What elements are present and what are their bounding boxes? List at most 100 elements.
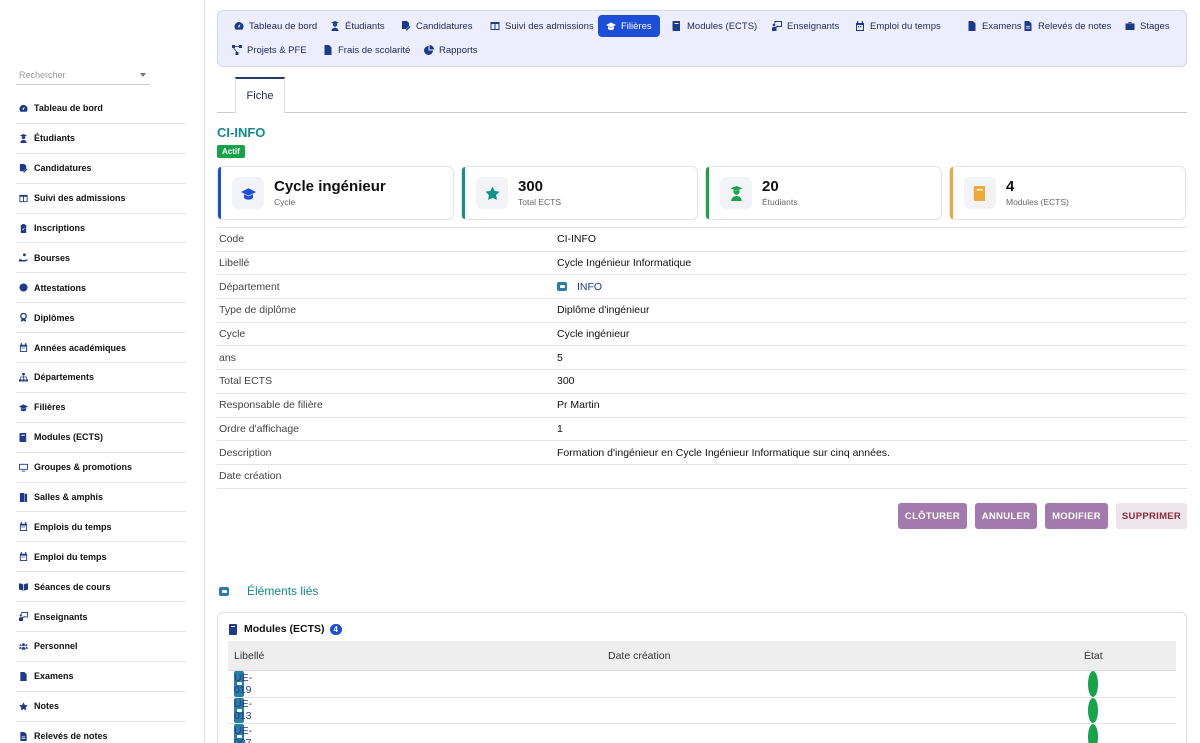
nav-item-filieres[interactable]: Filières [598,15,660,37]
sidebar-menu: Tableau de bord Étudiants Candidatures Suiv… [16,94,186,743]
modules-panel-label: Modules (ECTS) [244,623,325,635]
detail-value-text: Diplôme d'ingénieur [557,304,650,317]
close-button[interactable]: CLÔTURER [898,503,967,529]
detail-key: Description [219,446,272,459]
module-link[interactable]: UE-007 [234,724,252,743]
detail-row: Description Formation d'ingénieur en Cycl… [217,441,1187,465]
nav-item-tableau-de-bord[interactable]: Tableau de bord [226,15,325,37]
detail-value: CI-INFO [557,233,596,245]
table-icon [490,21,500,31]
cancel-button[interactable]: ANNULER [975,503,1037,529]
sidebar-item-enseignants[interactable]: Enseignants [16,602,186,633]
detail-value[interactable]: INFO [557,281,602,293]
sidebar-item-filieres[interactable]: Filières [16,393,186,423]
column-header-etat[interactable]: État [1084,641,1103,670]
nav-item-enseignants[interactable]: Enseignants [764,15,847,37]
sidebar-item-suivi-des-admissions[interactable]: Suivi des admissions [16,184,186,214]
hand-coins-icon [19,253,28,262]
nav-item-label: Modules (ECTS) [687,20,758,32]
sidebar-item-departements[interactable]: Départements [16,363,186,393]
nav-item-modules-ects[interactable]: Modules (ECTS) [664,15,765,37]
sidebar-item-personnel[interactable]: Personnel [16,632,186,662]
table-row[interactable]: UE-007 [228,724,1176,743]
module-link[interactable]: UE-013 [234,698,252,724]
sidebar-item-emplois-du-temps[interactable]: Emplois du temps [16,512,186,543]
table-row[interactable]: UE-013 [228,697,1176,724]
nav-item-rapports[interactable]: Rapports [416,39,486,61]
sidebar-item-bourses[interactable]: Bourses [16,243,186,274]
table-row[interactable]: UE-019 [228,671,1176,698]
sidebar-item-annees-academiques[interactable]: Années académiques [16,333,186,364]
detail-key: Département [219,280,280,293]
nav-item-label: Candidatures [416,20,473,32]
file-invoice-icon [323,45,333,55]
sidebar-item-label: Séances de cours [34,581,111,592]
sidebar: Rechercher Tableau de bord Étudiants Candi… [0,0,205,743]
sidebar-item-label: Bourses [34,252,71,263]
sidebar-item-notes[interactable]: Notes [16,692,186,722]
nav-item-releves-de-notes[interactable]: Relevés de notes [1015,15,1119,37]
modules-table-header: Libellé Date création État [228,641,1176,671]
tab-bar: Fiche [217,77,1187,113]
detail-value-text: Pr Martin [557,399,600,412]
nav-item-suivi-des-admissions[interactable]: Suivi des admissions [482,15,602,37]
detail-value: Pr Martin [557,399,600,411]
sidebar-item-examens[interactable]: Examens [16,662,186,692]
sidebar-item-label: Diplômes [34,312,75,323]
file-pen-icon [19,163,28,173]
department-link[interactable]: INFO [577,281,602,293]
nav-item-label: Projets & PFE [247,44,307,56]
sidebar-item-diplomes[interactable]: Diplômes [16,303,186,334]
sidebar-item-attestations[interactable]: Attestations [16,273,186,304]
nav-item-projets-pfe[interactable]: Projets & PFE [224,39,315,61]
book-icon [228,623,238,635]
delete-button[interactable]: SUPPRIMER [1116,503,1187,529]
module-link[interactable]: UE-019 [234,671,252,697]
tab-fiche[interactable]: Fiche [235,77,285,113]
sidebar-item-modules-ects[interactable]: Modules (ECTS) [16,423,186,453]
sidebar-item-seances-de-cours[interactable]: Séances de cours [16,572,186,603]
sidebar-item-candidatures[interactable]: Candidatures [16,154,186,184]
briefcase-icon [1125,21,1135,31]
linked-elements-header[interactable]: Éléments liés [219,584,318,598]
stat-card: 4 Modules (ECTS) [949,166,1186,220]
book-icon [672,21,682,31]
certificate-icon [19,283,28,292]
column-header-libelle[interactable]: Libellé [234,641,264,670]
sidebar-item-tableau-de-bord[interactable]: Tableau de bord [16,94,186,124]
status-dot-icon [1088,724,1098,743]
sidebar-item-groupes-promotions[interactable]: Groupes & promotions [16,453,186,483]
detail-row: Libellé Cycle Ingénieur Informatique [217,252,1187,276]
column-header-date-creation[interactable]: Date création [608,641,670,670]
nav-item-candidatures[interactable]: Candidatures [393,15,481,37]
sidebar-item-label: Salles & amphis [34,492,104,503]
sidebar-item-emploi-du-temps[interactable]: Emploi du temps [16,542,186,573]
detail-value-text: Formation d'ingénieur en Cycle Ingénieur… [557,446,890,459]
nav-item-label: Filières [621,20,652,32]
nav-item-frais-de-scolarite[interactable]: Frais de scolarité [315,39,418,61]
sidebar-item-etudiants[interactable]: Étudiants [16,124,186,154]
sitemap-icon [19,372,28,382]
detail-key: Code [219,233,245,246]
nav-item-label: Tableau de bord [249,20,318,32]
nav-item-label: Stages [1140,20,1170,32]
sidebar-item-releves-de-notes[interactable]: Relevés de notes [16,722,186,743]
sidebar-search-select[interactable]: Rechercher [16,66,150,85]
stat-label: Étudiants [762,196,798,207]
sidebar-item-salles-amphis[interactable]: Salles & amphis [16,483,186,513]
table-icon [19,194,28,203]
sidebar-item-label: Filières [34,402,66,413]
modules-panel-title: Modules (ECTS) 4 [228,623,342,635]
nav-item-stages[interactable]: Stages [1117,15,1178,37]
detail-row: Responsable de filière Pr Martin [217,394,1187,418]
sidebar-item-inscriptions[interactable]: Inscriptions [16,214,186,244]
card-accent-bar [706,167,709,219]
detail-key: Ordre d'affichage [219,422,300,435]
nav-item-label: Emploi du temps [870,20,941,32]
detail-key: Type de diplôme [219,304,297,317]
stat-label: Modules (ECTS) [1006,196,1069,207]
edit-button[interactable]: MODIFIER [1045,503,1108,529]
nav-item-emploi-du-temps[interactable]: Emploi du temps [847,15,949,37]
nav-item-etudiants[interactable]: Étudiants [322,15,393,37]
student-icon [330,21,340,31]
